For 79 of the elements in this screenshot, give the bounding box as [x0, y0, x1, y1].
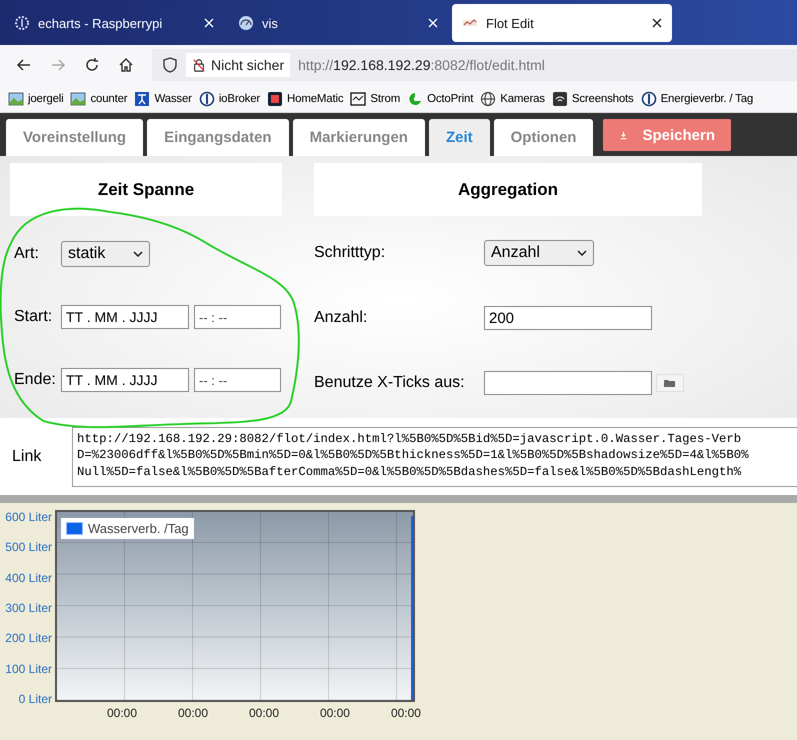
y-axis-label: 0 Liter [18, 692, 52, 706]
bookmark-favicon-icon [134, 90, 150, 106]
browser-tab[interactable]: vis [228, 4, 448, 42]
type-dropdown[interactable]: statik [61, 241, 150, 267]
field-label: Benutze X-Ticks aus: [314, 374, 466, 392]
date-field[interactable]: TT . MM . JJJJ [61, 368, 189, 392]
section-header: Aggregation [314, 163, 702, 216]
count-field[interactable]: 200 [484, 306, 652, 330]
bookmark-favicon-icon [267, 90, 284, 106]
tab-title: echarts - Raspberrypi [38, 16, 164, 30]
y-axis-label: 100 Liter [5, 662, 52, 676]
download-icon [619, 130, 628, 140]
bookmark[interactable]: HomeMatic [267, 90, 344, 106]
section-header: Zeit Spanne [10, 163, 282, 216]
x-axis-label: 00:00 [107, 706, 138, 720]
bookmark[interactable]: OctoPrint [407, 90, 474, 106]
link-field[interactable]: http://192.168.192.29:8082/flot/index.html?l%5B0%5D%5Bid%5D=javascript.0.Wasser.Tages-Verb D=%23006dff&l%5B0%5D%5Bmin%5D=0&l%5B0%5D%5Bthickness%5D=1&l%5B0%5D%5Bshadowsize%5D=4&l%5B0% Null%5D=false&l%5B0%5D%5BafterComma%5D=0&l%5B0%5D%5Bdashes%5D=false&l%5B0%5D%5BdashLength% [72, 426, 797, 486]
browser-tab[interactable]: echarts - Raspberrypi [4, 4, 224, 42]
y-axis-label: 200 Liter [5, 631, 52, 646]
bookmark[interactable]: Kameras [480, 90, 545, 106]
settings-tab[interactable]: Markierungen [292, 119, 425, 156]
gear-icon [14, 15, 30, 31]
tab-title: Flot Edit [486, 16, 535, 30]
settings-tab[interactable]: Optionen [494, 119, 594, 156]
bookmark[interactable]: Screenshots [552, 90, 634, 106]
settings-tab[interactable]: Eingangsdaten [147, 119, 289, 156]
url-text: http://192.168.192.29:8082/flot/edit.html [298, 57, 545, 73]
bookmark-favicon-icon [8, 90, 24, 106]
bookmark-favicon-icon [480, 90, 496, 106]
shield-icon [162, 57, 178, 73]
x-axis-label: 00:00 [248, 706, 279, 720]
chevron-down-icon [577, 250, 587, 256]
xticks-field[interactable] [484, 371, 652, 395]
tab-title: vis [262, 16, 279, 30]
home-icon[interactable] [118, 57, 134, 73]
y-axis-label: 600 Liter [5, 510, 52, 524]
chevron-down-icon [133, 251, 143, 257]
security-label: Nicht sicher [211, 57, 284, 73]
field-label: Anzahl: [314, 309, 368, 327]
time-field[interactable]: -- : -- [194, 305, 281, 329]
bookmark-favicon-icon [350, 90, 366, 106]
security-indicator[interactable]: Nicht sicher [186, 53, 290, 77]
bookmark[interactable]: Strom [350, 90, 400, 106]
x-axis-label: 00:00 [320, 706, 350, 720]
date-field[interactable]: TT . MM . JJJJ [61, 305, 189, 329]
field-label: Ende: [13, 371, 57, 389]
link-label: Link [11, 448, 42, 466]
field-label: Start: [13, 308, 54, 326]
x-axis-label: 00:00 [390, 706, 421, 720]
bookmark[interactable]: Energieverbr. / Tag [640, 90, 754, 106]
browser-tab[interactable]: Flot Edit [452, 4, 672, 42]
crossed-lock-icon [192, 58, 206, 72]
chart-legend: Wasserverb. /Tag [61, 518, 194, 539]
folder-button[interactable] [656, 374, 684, 392]
bookmark-favicon-icon [640, 90, 657, 106]
y-axis-label: 300 Liter [5, 600, 52, 615]
x-axis-label: 00:00 [178, 706, 208, 720]
back-icon[interactable] [16, 57, 32, 73]
bookmark[interactable]: joergeli [8, 90, 64, 106]
field-label: Art: [13, 245, 40, 263]
bookmark[interactable]: Wasser [134, 90, 192, 106]
close-icon[interactable] [652, 18, 662, 28]
folder-icon [663, 378, 677, 388]
bookmark-favicon-icon [552, 90, 568, 106]
y-axis-label: 400 Liter [5, 570, 52, 585]
bookmark-favicon-icon [70, 90, 86, 106]
bookmark-favicon-icon [198, 90, 215, 106]
bookmark[interactable]: ioBroker [198, 90, 260, 106]
gauge-icon [238, 15, 254, 31]
reload-icon[interactable] [84, 57, 100, 73]
bookmark[interactable]: counter [70, 90, 128, 106]
y-axis-label: 500 Liter [5, 540, 52, 554]
settings-tab[interactable]: Voreinstellung [6, 119, 144, 156]
address-bar[interactable]: Nicht sicher http://192.168.192.29:8082/flot/edit.html [152, 49, 797, 81]
legend-swatch [66, 522, 83, 535]
step-type-dropdown[interactable]: Anzahl [484, 240, 594, 266]
time-field[interactable]: -- : -- [194, 368, 281, 392]
bookmark-favicon-icon [407, 90, 424, 106]
field-label: Schritttyp: [314, 244, 386, 262]
